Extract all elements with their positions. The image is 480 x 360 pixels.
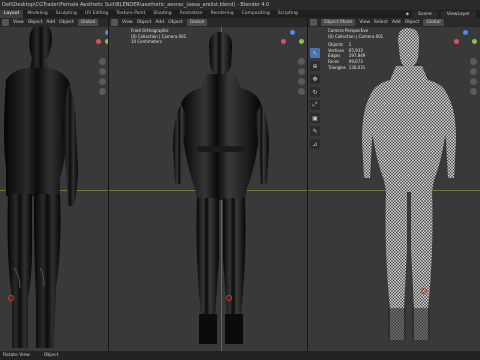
- stat-row: Triangles 130,031: [328, 65, 368, 71]
- viewport-stats: Camera Perspective (0) Collection | Came…: [328, 28, 383, 70]
- menu-add[interactable]: Add: [46, 20, 55, 25]
- menu-add[interactable]: Add: [155, 20, 164, 25]
- navigation-gizmo[interactable]: [454, 30, 478, 54]
- hand-icon[interactable]: [470, 68, 477, 75]
- view-layer-field[interactable]: ViewLayer: [440, 10, 476, 18]
- editor-type-icon[interactable]: [111, 19, 118, 26]
- rotate-icon[interactable]: ↻: [310, 87, 320, 97]
- stat-row: Faces 99,673: [328, 59, 368, 65]
- title-bar: Dell\Desktop\CGTrader\Female Aesthetic S…: [0, 0, 480, 10]
- tab-animation[interactable]: Animation: [176, 10, 207, 18]
- viewport-back[interactable]: View Object Add Object Global: [0, 18, 108, 351]
- viewport-front[interactable]: View Object Add Object Global Front Orth…: [109, 18, 307, 351]
- hand-icon[interactable]: [99, 68, 106, 75]
- hand-icon[interactable]: [298, 68, 305, 75]
- viewport-header: View Object Add Object Global: [109, 18, 307, 27]
- scene-selector: ◆ Scene ViewLayer: [405, 10, 480, 18]
- menu-add[interactable]: Add: [392, 20, 401, 25]
- 3d-cursor-icon: [226, 295, 232, 301]
- transform-orientation[interactable]: Global: [186, 19, 208, 26]
- annotate-icon[interactable]: ✎: [310, 126, 320, 136]
- tab-scripting[interactable]: Scripting: [274, 10, 302, 18]
- y-axis-icon[interactable]: [472, 39, 477, 44]
- statistics-table: Objects 1 Vertices 65,933 Edges 197,849 Fac…: [328, 42, 368, 70]
- status-object-hint: Object: [43, 353, 59, 358]
- tab-sculpting[interactable]: Sculpting: [52, 10, 81, 18]
- editor-type-icon[interactable]: [310, 19, 317, 26]
- z-axis-icon[interactable]: [290, 30, 295, 35]
- tab-layout[interactable]: Layout: [0, 10, 24, 18]
- object-mode-select[interactable]: Object Mode: [321, 19, 356, 26]
- menu-object[interactable]: Object: [405, 20, 420, 25]
- grid-icon[interactable]: [298, 88, 305, 95]
- menu-object[interactable]: Object: [28, 20, 43, 25]
- zoom-icon[interactable]: [298, 58, 305, 65]
- camera-icon[interactable]: [470, 78, 477, 85]
- x-axis-icon[interactable]: [281, 39, 286, 44]
- navigation-gizmo[interactable]: [281, 30, 305, 54]
- camera-icon[interactable]: [99, 78, 106, 85]
- scene-icon: ◆: [405, 11, 410, 17]
- move-icon[interactable]: ✥: [310, 74, 320, 84]
- 3d-cursor-icon: [8, 295, 14, 301]
- zoom-icon[interactable]: [99, 58, 106, 65]
- scale-icon[interactable]: ⤢: [310, 100, 320, 110]
- measure-icon[interactable]: ⊿: [310, 139, 320, 149]
- menu-object[interactable]: Object: [137, 20, 152, 25]
- camera-icon[interactable]: [298, 78, 305, 85]
- tool-shelf: ↖ ⊕ ✥ ↻ ⤢ ▣ ✎ ⊿: [310, 48, 320, 149]
- menu-object-2[interactable]: Object: [59, 20, 74, 25]
- menu-view[interactable]: View: [359, 20, 370, 25]
- menu-select[interactable]: Select: [374, 20, 388, 25]
- window-title: Dell\Desktop\CGTrader\Female Aesthetic S…: [2, 2, 270, 8]
- transform-orientation[interactable]: Global: [77, 19, 99, 26]
- transform-icon[interactable]: ▣: [310, 113, 320, 123]
- nav-controls: [99, 58, 107, 95]
- 3d-cursor-icon: [421, 288, 427, 294]
- status-bar: Rotate View Object: [0, 351, 480, 360]
- transform-orientation[interactable]: Global: [423, 19, 444, 26]
- tab-modeling[interactable]: Modeling: [23, 10, 51, 18]
- menu-view[interactable]: View: [122, 20, 133, 25]
- grid-scale: 10 Centimeters: [131, 39, 162, 44]
- select-tool-icon[interactable]: ↖: [310, 48, 320, 58]
- tab-uv-editing[interactable]: UV Editing: [81, 10, 112, 18]
- tab-texture-paint[interactable]: Texture Paint: [112, 10, 149, 18]
- stat-label: Triangles: [328, 64, 346, 70]
- nav-controls: [470, 58, 478, 95]
- viewport-header: View Object Add Object Global: [0, 18, 108, 27]
- grid-icon[interactable]: [99, 88, 106, 95]
- stat-value: 130,031: [348, 64, 366, 70]
- tab-compositing[interactable]: Compositing: [238, 10, 274, 18]
- scene-field[interactable]: Scene: [412, 10, 438, 18]
- menu-object-2[interactable]: Object: [168, 20, 183, 25]
- x-axis-icon[interactable]: [96, 39, 101, 44]
- zoom-icon[interactable]: [470, 58, 477, 65]
- cursor-icon[interactable]: ⊕: [310, 61, 320, 71]
- z-axis-icon[interactable]: [463, 30, 468, 35]
- workspace-tabs: Layout Modeling Sculpting UV Editing Tex…: [0, 10, 480, 18]
- y-axis-icon[interactable]: [299, 39, 304, 44]
- viewport-info: Front Orthographic (0) Collection | Came…: [131, 28, 186, 45]
- tab-shading[interactable]: Shading: [149, 10, 175, 18]
- menu-view[interactable]: View: [13, 20, 24, 25]
- grid-icon[interactable]: [470, 88, 477, 95]
- viewport-camera[interactable]: Object Mode View Select Add Object Globa…: [308, 18, 480, 351]
- nav-controls: [298, 58, 306, 95]
- editor-type-icon[interactable]: [2, 19, 9, 26]
- model-front-view: [173, 32, 269, 344]
- tab-rendering[interactable]: Rendering: [207, 10, 238, 18]
- status-mouse-hint: Rotate View: [3, 353, 30, 358]
- x-axis-icon[interactable]: [454, 39, 459, 44]
- navigation-gizmo[interactable]: [96, 30, 108, 54]
- active-object: (0) Collection | Camera.001: [328, 33, 384, 39]
- model-back-view: [4, 23, 78, 348]
- viewport-header: Object Mode View Select Add Object Globa…: [308, 18, 480, 27]
